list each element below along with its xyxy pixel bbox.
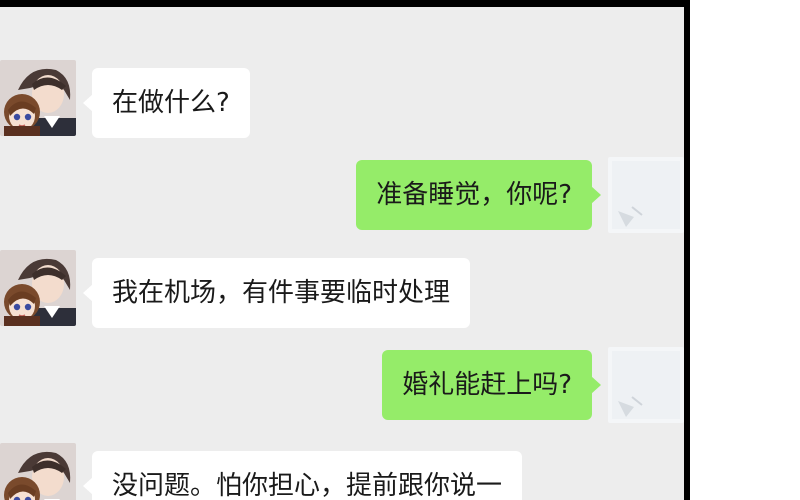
message-bubble-incoming[interactable]: 在做什么? xyxy=(83,68,250,138)
message-text: 准备睡觉，你呢? xyxy=(376,180,572,210)
self-avatar[interactable] xyxy=(608,347,684,423)
message-bubble-outgoing[interactable]: 准备睡觉，你呢? xyxy=(356,160,601,230)
contact-avatar[interactable] xyxy=(0,443,76,500)
contact-avatar[interactable] xyxy=(0,250,76,326)
contact-avatar[interactable] xyxy=(0,60,76,136)
chat-message-list[interactable]: 在做什么? 准备睡觉，你呢? 我在机场，有件事要临时处理 婚礼能赶上吗? 没问题… xyxy=(0,0,690,500)
message-text: 我在机场，有件事要临时处理 xyxy=(112,278,451,308)
message-bubble-outgoing[interactable]: 婚礼能赶上吗? xyxy=(382,350,601,420)
message-bubble-incoming[interactable]: 我在机场，有件事要临时处理 xyxy=(82,258,471,328)
self-avatar[interactable] xyxy=(608,157,684,233)
message-text: 没问题。怕你担心，提前跟你说一 xyxy=(112,471,503,500)
message-text: 婚礼能赶上吗? xyxy=(402,370,572,400)
message-text: 在做什么? xyxy=(112,88,230,118)
message-bubble-incoming[interactable]: 没问题。怕你担心，提前跟你说一 xyxy=(82,451,523,500)
screenshot-frame: 在做什么? 准备睡觉，你呢? 我在机场，有件事要临时处理 婚礼能赶上吗? 没问题… xyxy=(0,0,800,500)
